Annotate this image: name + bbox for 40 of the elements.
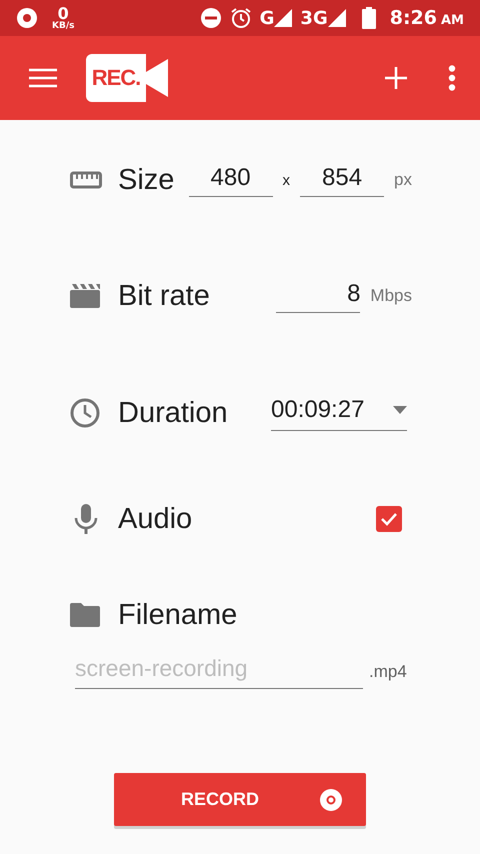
clock-icon (70, 398, 100, 428)
ruler-icon (70, 170, 102, 190)
signal-icon (328, 9, 346, 27)
microphone-icon (74, 504, 98, 534)
width-field[interactable]: 480 (188, 164, 273, 196)
audio-checkbox[interactable] (376, 506, 402, 532)
duration-dropdown[interactable]: 00:09:27 (271, 396, 407, 430)
time-period: AM (441, 12, 464, 28)
audio-label: Audio (118, 502, 192, 536)
folder-icon (70, 603, 100, 627)
dropdown-caret-icon (393, 406, 407, 414)
filename-label: Filename (118, 598, 238, 632)
signal-icon (274, 9, 292, 27)
more-options-button[interactable] (448, 65, 456, 91)
bit-rate-field[interactable]: 8 (276, 280, 360, 312)
duration-label: Duration (118, 396, 228, 430)
size-unit: px (394, 170, 412, 190)
menu-button[interactable] (28, 67, 58, 89)
record-button[interactable]: RECORD (114, 773, 366, 826)
clapperboard-icon (70, 284, 100, 308)
record-icon (319, 788, 343, 812)
size-label: Size (118, 164, 174, 196)
clock-time: 8:26 (390, 7, 437, 29)
record-status-icon (16, 7, 38, 29)
alarm-icon (230, 7, 252, 29)
filename-field[interactable]: screen-recording (75, 655, 363, 689)
network-type: 3G (300, 8, 328, 28)
network-type: G (260, 8, 274, 28)
file-extension: .mp4 (369, 662, 407, 682)
bit-rate-unit: Mbps (370, 286, 412, 306)
size-separator: x (282, 172, 290, 188)
do-not-disturb-icon (200, 7, 222, 29)
battery-icon (362, 7, 376, 29)
bit-rate-label: Bit rate (118, 280, 210, 312)
app-logo: REC. (86, 54, 170, 102)
checkmark-icon (380, 512, 398, 526)
height-field[interactable]: 854 (300, 164, 384, 196)
network-speed: 0 (58, 6, 69, 22)
add-button[interactable] (384, 66, 408, 90)
speed-unit: KB/s (52, 22, 74, 30)
